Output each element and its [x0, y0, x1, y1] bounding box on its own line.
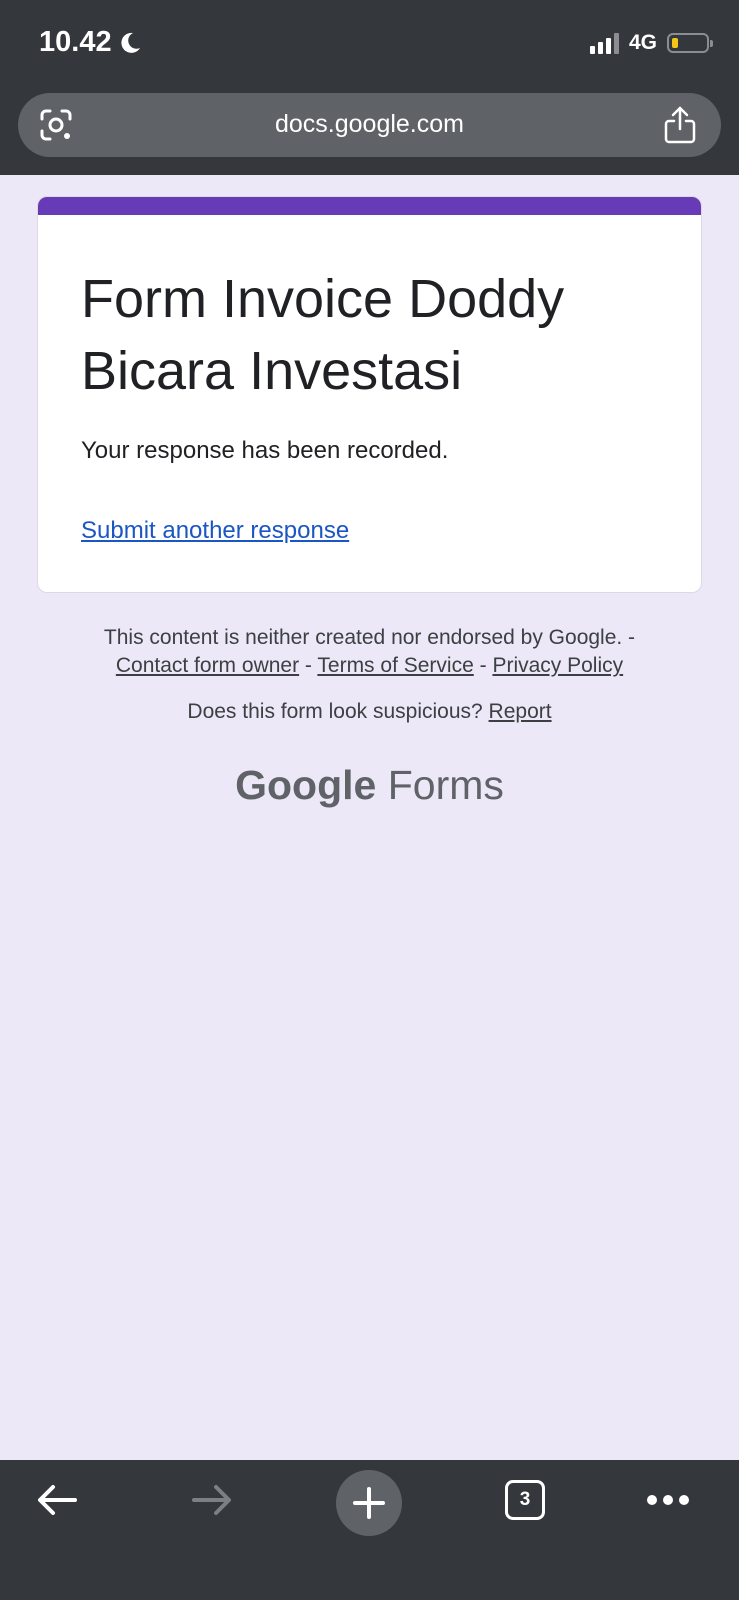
tab-count: 3: [505, 1480, 545, 1520]
tab-switcher-button[interactable]: 3: [485, 1460, 565, 1540]
address-bar[interactable]: docs.google.com: [18, 93, 721, 157]
moon-icon: [120, 32, 140, 53]
disclaimer-text: This content is neither created nor endo…: [103, 626, 636, 649]
brand-forms: Forms: [387, 762, 504, 808]
brand-google: Google: [235, 762, 377, 808]
more-icon: [647, 1495, 689, 1505]
google-forms-logo: Google Forms: [0, 762, 739, 809]
status-indicators: 4G: [589, 31, 713, 55]
share-icon[interactable]: [663, 105, 697, 145]
back-icon: [38, 1485, 77, 1515]
report-line: Does this form look suspicious? Report: [0, 700, 739, 724]
new-tab-button[interactable]: [336, 1470, 402, 1536]
privacy-link[interactable]: Privacy Policy: [492, 654, 623, 677]
forward-button[interactable]: [172, 1460, 252, 1540]
signal-icon: [589, 32, 619, 54]
suspicious-text: Does this form look suspicious?: [187, 700, 483, 723]
network-label: 4G: [628, 31, 657, 54]
url-text[interactable]: docs.google.com: [18, 110, 721, 139]
footer-links: Contact form owner - Terms of Service - …: [0, 652, 739, 680]
back-button[interactable]: [17, 1460, 97, 1540]
link-separator: -: [299, 654, 318, 677]
top-bar: 10.42 4G docs.google.com: [0, 0, 739, 175]
bottom-toolbar: 3: [0, 1460, 739, 1600]
form-title: Form Invoice Doddy Bicara Investasi: [81, 269, 565, 401]
time-text: 10.42: [39, 26, 112, 58]
report-link[interactable]: Report: [489, 700, 552, 723]
forward-icon: [192, 1485, 231, 1515]
terms-link[interactable]: Terms of Service: [317, 654, 473, 677]
confirmation-message: Your response has been recorded.: [81, 437, 449, 464]
card-accent-bar: [38, 197, 701, 215]
contact-owner-link[interactable]: Contact form owner: [116, 654, 299, 677]
link-separator: -: [473, 654, 493, 677]
disclaimer: This content is neither created nor endo…: [0, 624, 739, 680]
submit-another-link[interactable]: Submit another response: [81, 517, 349, 545]
status-time: 10.42: [39, 26, 142, 59]
more-menu-button[interactable]: [628, 1460, 708, 1540]
new-tab-icon: [353, 1487, 385, 1519]
battery-icon: [667, 33, 713, 53]
form-card: Form Invoice Doddy Bicara Investasi Your…: [37, 196, 702, 593]
